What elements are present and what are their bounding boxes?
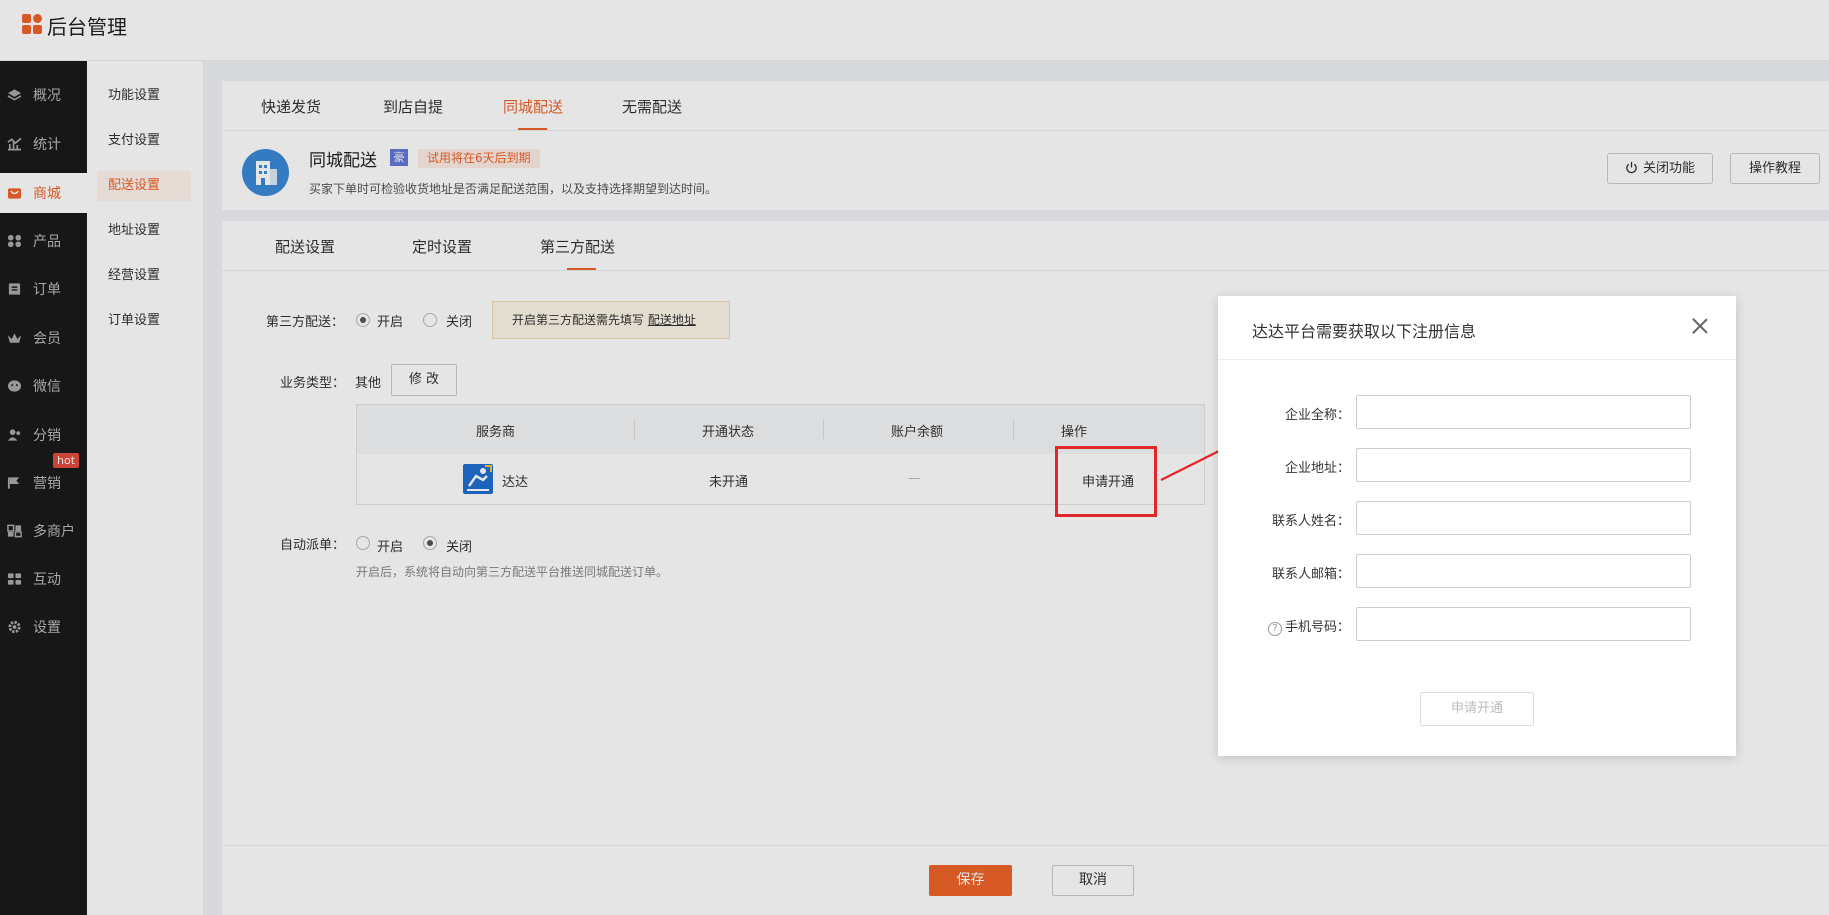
apply-open-button[interactable]: 申请开通 — [1420, 692, 1534, 726]
register-modal: 达达平台需要获取以下注册信息 企业全称： 企业地址： 联系人姓名： 联系人邮箱：… — [1218, 296, 1736, 756]
phone-label: ? 手机号码： — [1267, 616, 1350, 636]
contact-email-label: 联系人邮箱： — [1271, 567, 1350, 582]
phone-input[interactable] — [1356, 607, 1691, 641]
contact-name-input[interactable] — [1356, 501, 1691, 535]
modal-title: 达达平台需要获取以下注册信息 — [1252, 322, 1477, 341]
company-name-label: 企业全称： — [1284, 408, 1350, 423]
highlight-box — [1055, 446, 1157, 517]
contact-email-input[interactable] — [1356, 554, 1691, 588]
company-name-input[interactable] — [1356, 395, 1691, 429]
contact-name-label: 联系人姓名： — [1271, 514, 1350, 529]
help-icon[interactable]: ? — [1267, 622, 1282, 636]
close-icon[interactable] — [1690, 316, 1710, 336]
company-address-label: 企业地址： — [1284, 461, 1350, 476]
modal-header: 达达平台需要获取以下注册信息 — [1218, 296, 1736, 360]
company-address-input[interactable] — [1356, 448, 1691, 482]
phone-label-text: 手机号码： — [1284, 620, 1350, 635]
